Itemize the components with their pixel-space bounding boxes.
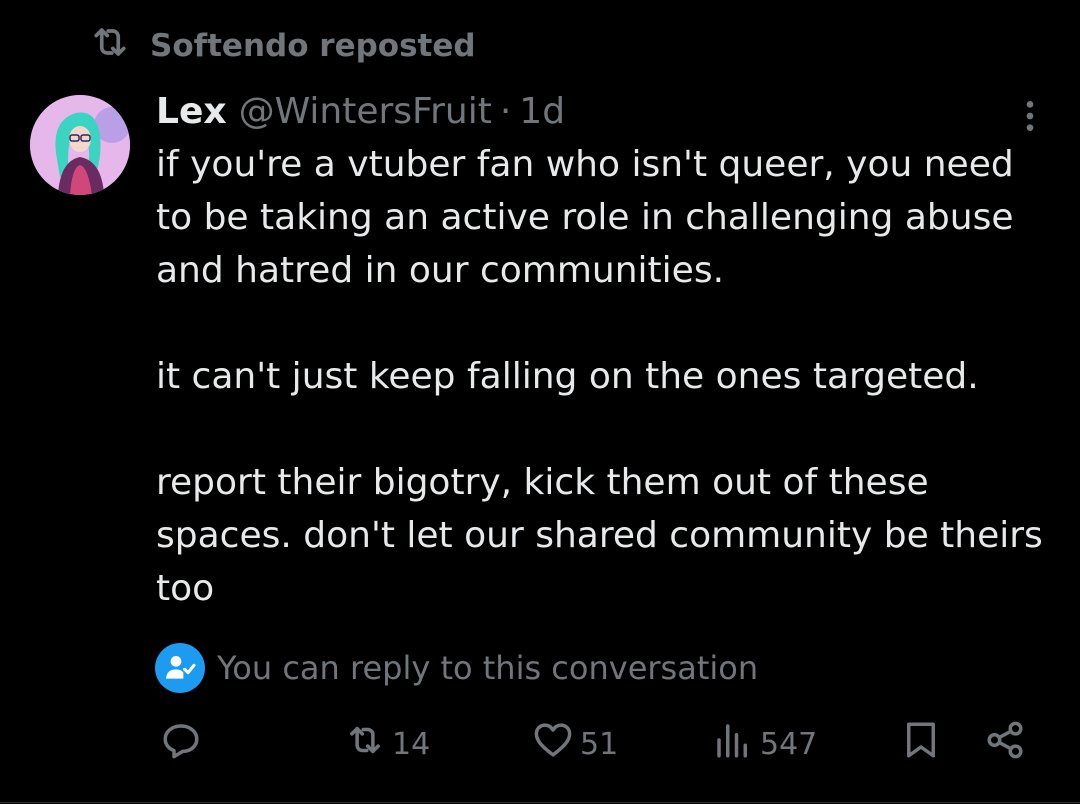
avatar[interactable] (30, 95, 130, 195)
divider (0, 802, 1080, 803)
like-button[interactable]: 51 (532, 720, 618, 768)
post-paragraph: it can't just keep falling on the ones t… (156, 356, 979, 397)
repost-label: Softendo reposted (150, 28, 476, 64)
repost-icon (344, 719, 386, 769)
share-button[interactable] (984, 720, 1026, 768)
reply-permission-note: You can reply to this conversation (155, 643, 758, 693)
repost-button[interactable]: 14 (344, 720, 430, 768)
repost-count: 14 (392, 726, 431, 762)
heart-icon (532, 719, 574, 769)
views-count: 547 (760, 726, 818, 762)
reply-icon (160, 719, 202, 769)
repost-icon (88, 20, 132, 72)
like-count: 51 (580, 726, 619, 762)
views-icon (712, 719, 754, 769)
reply-button[interactable] (160, 720, 208, 768)
author-name[interactable]: Lex (156, 91, 227, 132)
reply-permission-icon (155, 643, 205, 693)
more-options-icon[interactable] (1010, 96, 1050, 136)
post-time[interactable]: 1d (519, 91, 565, 132)
bookmark-icon (900, 719, 942, 769)
action-bar: 14 51 547 (0, 720, 1080, 768)
post-header: Lex @WintersFruit · 1d (156, 88, 565, 134)
post-paragraph: report their bigotry, kick them out of t… (156, 462, 1043, 609)
share-icon (984, 719, 1026, 769)
author-handle[interactable]: @WintersFruit (239, 91, 492, 132)
post-body: if you're a vtuber fan who isn't queer, … (156, 138, 1056, 615)
views-button[interactable]: 547 (712, 720, 817, 768)
tweet[interactable]: Softendo reposted Lex @WintersFruit · 1d… (0, 0, 1080, 804)
separator-dot: · (499, 90, 512, 132)
bookmark-button[interactable] (900, 720, 942, 768)
post-paragraph: if you're a vtuber fan who isn't queer, … (156, 144, 1014, 291)
reply-permission-text: You can reply to this conversation (217, 649, 759, 687)
repost-context[interactable]: Softendo reposted (88, 24, 476, 68)
